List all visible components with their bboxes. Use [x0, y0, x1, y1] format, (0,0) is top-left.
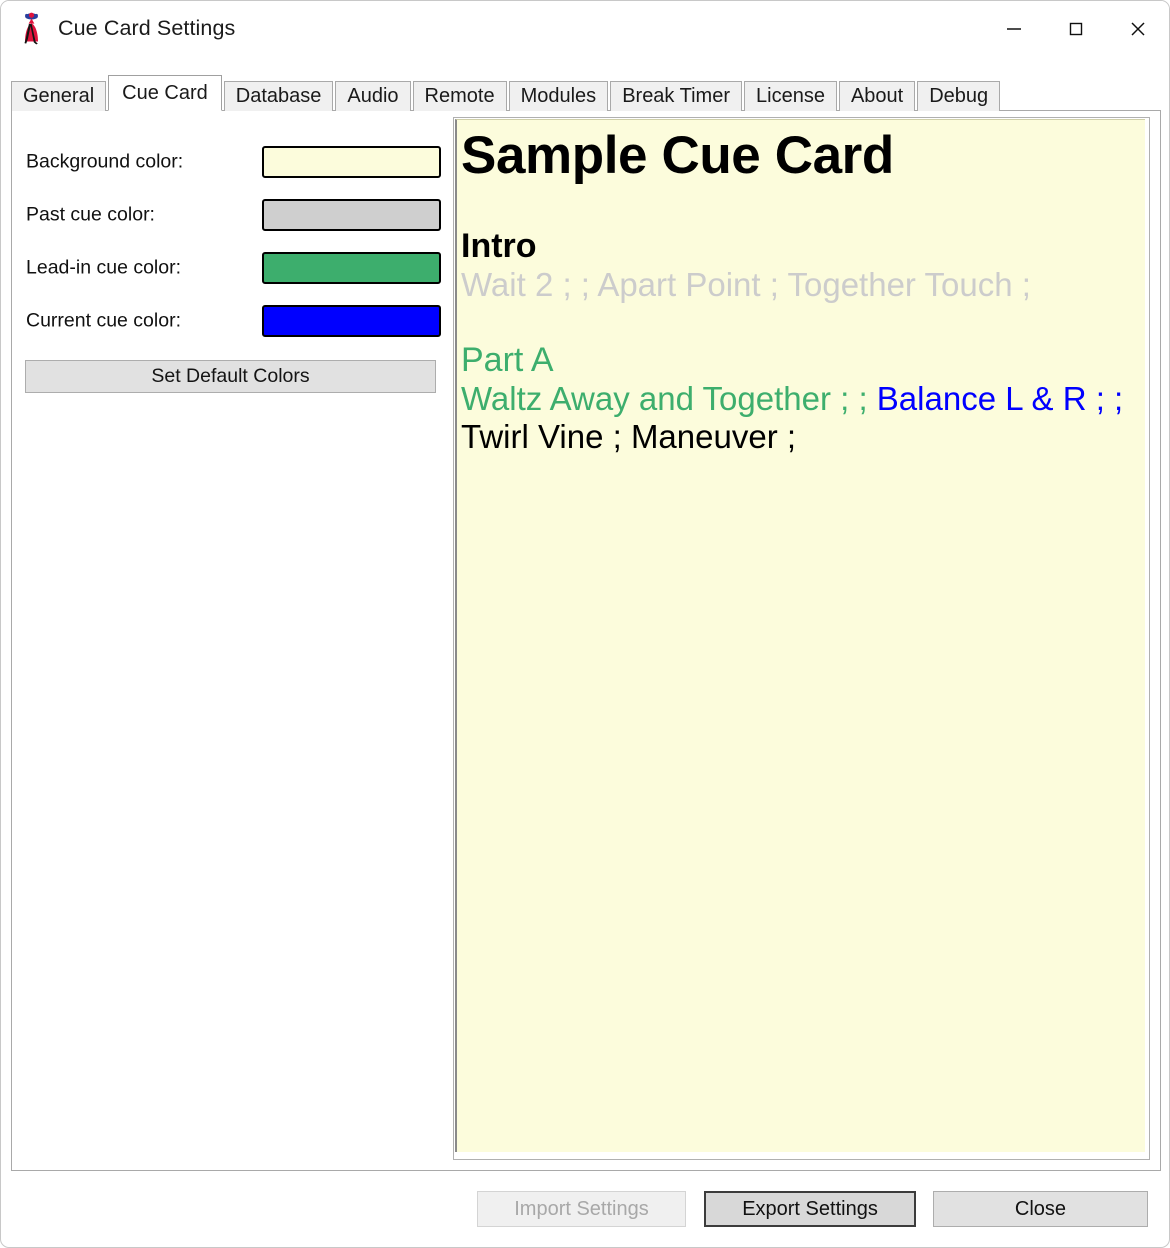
import-settings-button[interactable]: Import Settings [477, 1191, 686, 1227]
setting-row-current-cue-color: Current cue color: [26, 305, 446, 337]
tab-general[interactable]: General [11, 81, 107, 111]
window-controls [983, 1, 1169, 56]
cue-segment-current: Balance L & R ; ; [876, 379, 1124, 417]
tab-database[interactable]: Database [223, 81, 334, 111]
close-button[interactable] [1107, 1, 1169, 56]
cue-card-preview: Sample Cue Card Intro Wait 2 ; ; Apart P… [455, 119, 1145, 1152]
footer-button-bar: Import Settings Export Settings Close [1, 1191, 1169, 1237]
tab-audio[interactable]: Audio [335, 81, 411, 111]
tab-label: Cue Card [122, 81, 208, 104]
tab-label: About [850, 85, 904, 107]
cue-card-tab-panel: Background color: Past cue color: Lead-i… [11, 110, 1161, 1171]
tab-license[interactable]: License [744, 81, 837, 111]
tab-cue-card[interactable]: Cue Card [108, 75, 222, 111]
past-cue-color-swatch[interactable] [262, 199, 441, 231]
tab-label: General [23, 85, 95, 107]
cue-card-line-future: Twirl Vine ; Maneuver ; [461, 418, 797, 456]
set-default-colors-button[interactable]: Set Default Colors [25, 360, 436, 393]
tab-label: Debug [929, 85, 989, 107]
cue-card-line-mixed: Waltz Away and Together ; ; Balance L & … [461, 380, 1145, 419]
tab-about[interactable]: About [838, 81, 916, 111]
dancer-icon [17, 11, 47, 45]
tab-break-timer[interactable]: Break Timer [610, 81, 742, 111]
current-cue-color-label: Current cue color: [26, 309, 181, 332]
cue-card-title: Sample Cue Card [461, 126, 894, 185]
maximize-button[interactable] [1045, 1, 1107, 56]
tab-label: Remote [424, 85, 495, 107]
tab-label: Modules [520, 85, 597, 107]
lead-in-cue-color-label: Lead-in cue color: [26, 256, 182, 279]
setting-row-lead-in-cue-color: Lead-in cue color: [26, 252, 446, 284]
tab-strip: General Cue Card Database Audio Remote M… [11, 75, 1161, 111]
setting-row-background-color: Background color: [26, 146, 446, 178]
setting-row-past-cue-color: Past cue color: [26, 199, 446, 231]
cue-card-section-heading: Part A [461, 340, 554, 379]
cue-card-preview-panel: Sample Cue Card Intro Wait 2 ; ; Apart P… [453, 117, 1150, 1160]
tab-label: License [756, 85, 825, 107]
background-color-label: Background color: [26, 150, 184, 173]
current-cue-color-swatch[interactable] [262, 305, 441, 337]
tab-remote[interactable]: Remote [412, 81, 507, 111]
background-color-swatch[interactable] [262, 146, 441, 178]
tab-modules[interactable]: Modules [508, 81, 609, 111]
cue-segment-lead-in: Waltz Away and Together ; ; [461, 379, 877, 417]
tab-label: Break Timer [622, 85, 730, 107]
title-bar: Cue Card Settings [1, 1, 1169, 56]
lead-in-cue-color-swatch[interactable] [262, 252, 441, 284]
cue-card-line-past: Wait 2 ; ; Apart Point ; Together Touch … [461, 265, 1031, 303]
tab-debug[interactable]: Debug [917, 81, 1001, 111]
past-cue-color-label: Past cue color: [26, 203, 155, 226]
tab-label: Database [235, 85, 322, 107]
settings-window: Cue Card Settings General Cue Card Datab… [0, 0, 1170, 1248]
minimize-button[interactable] [983, 1, 1045, 56]
tab-label: Audio [347, 85, 399, 107]
window-title: Cue Card Settings [58, 16, 236, 40]
cue-card-section-heading: Intro [461, 227, 537, 266]
export-settings-button[interactable]: Export Settings [704, 1191, 916, 1227]
close-settings-button[interactable]: Close [933, 1191, 1148, 1227]
